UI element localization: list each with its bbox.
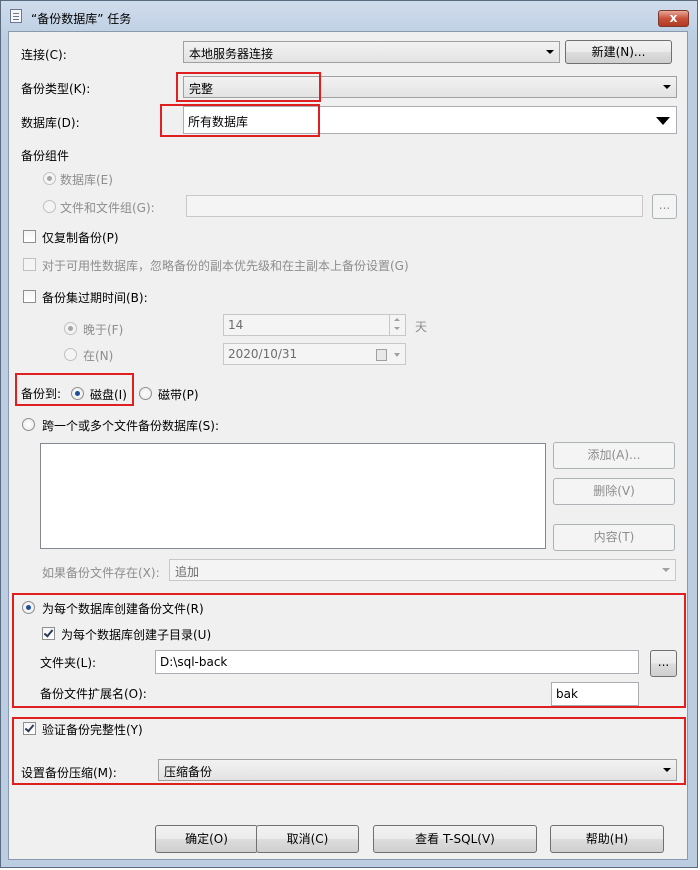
extension-label: 备份文件扩展名(O):	[40, 687, 147, 701]
expire-date-input[interactable]: 2020/10/31	[223, 343, 406, 365]
highlight-backup-type	[176, 72, 321, 102]
folder-label: 文件夹(L):	[40, 656, 97, 670]
backup-component-label: 备份组件	[21, 149, 70, 163]
cancel-button[interactable]: 取消(C)	[256, 825, 359, 853]
expire-after-radio[interactable]	[64, 322, 77, 335]
ok-button[interactable]: 确定(O)	[155, 825, 258, 853]
tape-radio[interactable]	[139, 387, 152, 400]
highlight-backup-to	[15, 373, 134, 406]
subdir-label: 为每个数据库创建子目录(U)	[61, 628, 212, 642]
connection-select[interactable]: 本地服务器连接	[183, 41, 560, 63]
extension-value: bak	[556, 687, 578, 701]
folder-browse-button[interactable]: ...	[650, 650, 677, 677]
backup-files-list[interactable]	[40, 443, 546, 549]
compression-select[interactable]: 压缩备份	[158, 759, 677, 781]
expire-after-label: 晚于(F)	[83, 323, 124, 337]
per-database-radio[interactable]	[22, 601, 35, 614]
connection-label: 连接(C):	[21, 48, 67, 62]
copy-only-label: 仅复制备份(P)	[42, 231, 119, 245]
contents-button[interactable]: 内容(T)	[553, 524, 675, 551]
expiration-label: 备份集过期时间(B):	[42, 291, 148, 305]
expiration-checkbox[interactable]	[23, 290, 36, 303]
window-title: “备份数据库” 任务	[31, 12, 132, 26]
highlight-database	[160, 104, 320, 137]
copy-only-checkbox[interactable]	[23, 230, 36, 243]
component-database-label: 数据库(E)	[60, 173, 113, 187]
tape-label: 磁带(P)	[158, 388, 199, 402]
connection-value: 本地服务器连接	[189, 47, 274, 61]
close-button[interactable]: x	[658, 10, 689, 27]
if-exists-select[interactable]: 追加	[169, 559, 676, 581]
files-path-input[interactable]	[186, 195, 643, 217]
spin-up-icon	[394, 318, 400, 321]
days-unit-label: 天	[415, 320, 428, 334]
close-icon: x	[669, 11, 678, 25]
folder-value: D:\sql-back	[160, 655, 228, 669]
remove-file-button[interactable]: 删除(V)	[553, 478, 675, 505]
spin-down-icon	[394, 327, 400, 330]
view-tsql-button[interactable]: 查看 T-SQL(V)	[373, 825, 537, 853]
extension-input[interactable]: bak	[551, 682, 639, 706]
title-bar: “备份数据库” 任务 x	[1, 1, 699, 31]
expire-on-radio[interactable]	[64, 348, 77, 361]
expire-date-value: 2020/10/31	[228, 347, 298, 361]
per-database-label: 为每个数据库创建备份文件(R)	[42, 602, 204, 616]
help-button[interactable]: 帮助(H)	[550, 825, 664, 853]
dialog-client: 连接(C): 本地服务器连接 新建(N)... 备份类型(K): 完整 数据库(…	[8, 31, 688, 860]
compression-value: 压缩备份	[164, 765, 213, 779]
expire-on-label: 在(N)	[83, 349, 114, 363]
component-files-radio[interactable]	[43, 200, 56, 213]
verify-label: 验证备份完整性(Y)	[42, 723, 143, 737]
span-files-label: 跨一个或多个文件备份数据库(S):	[42, 419, 220, 433]
database-label: 数据库(D):	[21, 116, 80, 130]
calendar-icon[interactable]	[376, 349, 387, 361]
days-spinner[interactable]	[389, 315, 405, 335]
span-files-radio[interactable]	[22, 418, 35, 431]
component-database-radio[interactable]	[43, 172, 56, 185]
subdir-checkbox[interactable]	[42, 627, 55, 640]
expire-days-input[interactable]: 14	[223, 314, 406, 336]
availability-checkbox[interactable]	[23, 258, 36, 271]
backup-type-label: 备份类型(K):	[21, 82, 91, 96]
folder-input[interactable]: D:\sql-back	[155, 650, 639, 674]
task-icon	[10, 9, 22, 23]
chevron-down-icon	[656, 117, 670, 125]
if-exists-value: 追加	[175, 565, 200, 579]
if-exists-label: 如果备份文件存在(X):	[42, 566, 160, 580]
chevron-down-icon	[662, 568, 670, 572]
chevron-down-icon	[663, 85, 671, 89]
new-connection-button[interactable]: 新建(N)...	[565, 40, 672, 64]
files-browse-button[interactable]: ...	[652, 194, 677, 219]
compression-label: 设置备份压缩(M):	[21, 766, 117, 780]
verify-checkbox[interactable]	[23, 722, 36, 735]
availability-label: 对于可用性数据库，忽略备份的副本优先级和在主副本上备份设置(G)	[42, 259, 409, 273]
component-files-label: 文件和文件组(G):	[60, 201, 155, 215]
chevron-down-icon	[394, 353, 400, 357]
add-file-button[interactable]: 添加(A)...	[553, 442, 675, 469]
chevron-down-icon	[663, 768, 671, 772]
chevron-down-icon	[546, 50, 554, 54]
expire-days-value: 14	[228, 318, 244, 332]
